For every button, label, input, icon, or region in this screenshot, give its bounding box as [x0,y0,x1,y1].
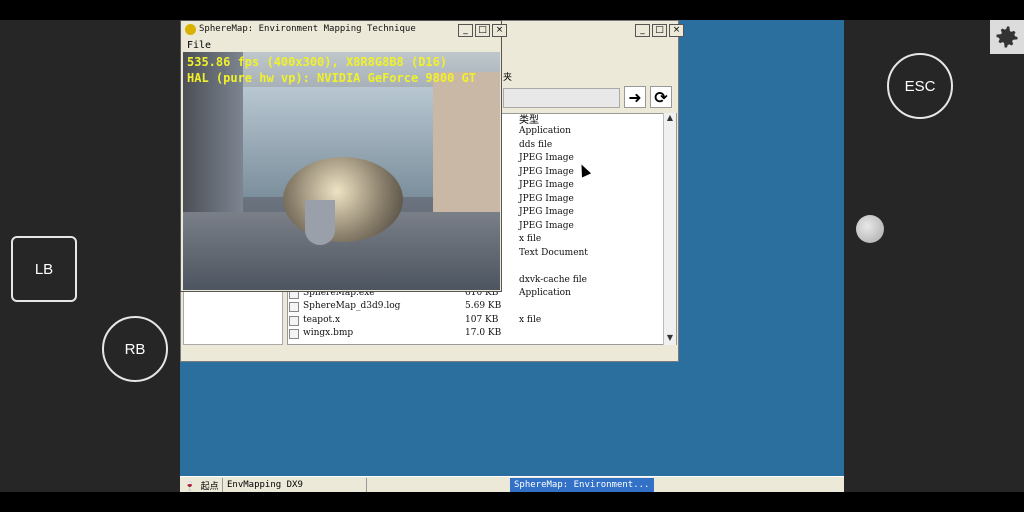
bmp-file-icon [289,329,299,339]
maximize-button[interactable]: □ [652,24,667,37]
folder-label: 夹 [503,73,513,83]
app-icon [185,24,196,35]
type-cell: dxvk-cache file [519,274,587,285]
settings-button[interactable] [990,20,1024,54]
taskbar-item-spheremap[interactable]: SphereMap: Environment... [510,478,654,492]
file-size: 5.69 KB [465,301,502,311]
address-input[interactable] [503,88,620,108]
refresh-button[interactable]: ⟳ [650,86,672,108]
scene-wall-right [433,72,500,222]
scroll-down-icon[interactable]: ▼ [664,333,676,345]
spheremap-window-controls: _ □ × [458,24,507,37]
lb-button[interactable]: LB [11,236,77,302]
hud-fps: 535.86 fps (400x300), X8R8G8B8 (D16) [187,55,448,69]
render-viewport[interactable]: 535.86 fps (400x300), X8R8G8B8 (D16) HAL… [183,52,500,290]
log-file-icon [289,302,299,312]
file-size: 107 KB [465,315,499,325]
refresh-icon: ⟳ [654,87,668,107]
start-button[interactable]: 🍷 起点 [184,479,219,492]
start-label: 起点 [200,482,219,492]
file-list-scrollbar[interactable]: ▲ ▼ [663,113,676,345]
maximize-button[interactable]: □ [475,24,490,37]
taskbar-empty-slot [366,478,510,492]
minimize-button[interactable]: _ [458,24,473,37]
type-cell: JPEG Image [519,220,574,231]
taskbar: 🍷 起点 EnvMapping DX9 SphereMap: Environme… [180,476,844,492]
hud-overlay: 535.86 fps (400x300), X8R8G8B8 (D16) HAL… [187,54,476,86]
x-file-icon [289,316,299,326]
hud-device: HAL (pure hw vp): NVIDIA GeForce 9800 GT [187,71,476,85]
type-cell: x file [519,234,542,244]
type-cell: x file [519,315,542,325]
go-button[interactable]: ➜ [624,86,646,108]
taskbar-item-envmapping[interactable]: EnvMapping DX9 [222,478,366,492]
type-cell: JPEG Image [519,180,574,190]
file-name: SphereMap_d3d9.log [303,301,401,311]
wine-glass-icon: 🍷 [184,482,196,492]
spheremap-title-bar[interactable]: SphereMap: Environment Mapping Technique [181,21,501,38]
type-cell [519,260,588,274]
type-column-header[interactable]: 类型 [519,111,539,126]
teapot-model [283,157,403,242]
file-size: 17.0 KB [465,328,502,338]
file-name: teapot.x [303,315,341,325]
type-column: Application dds file JPEG Image JPEG Ima… [519,125,588,328]
explorer-window-controls: _ □ × [635,24,684,37]
close-button[interactable]: × [669,24,684,37]
menu-file[interactable]: File [187,40,211,51]
arrow-right-icon: ➜ [628,87,642,107]
spheremap-window: SphereMap: Environment Mapping Technique… [180,20,507,292]
type-cell: Application [519,126,571,136]
scroll-up-icon[interactable]: ▲ [664,113,676,125]
gear-icon [996,26,1018,48]
type-cell: dds file [519,139,553,150]
type-cell: Text Document [519,247,588,258]
type-cell: JPEG Image [519,193,574,204]
type-cell: JPEG Image [519,153,574,163]
virtual-joystick[interactable] [856,215,884,243]
close-button[interactable]: × [492,24,507,37]
esc-button[interactable]: ESC [887,53,953,119]
teapot-handle [305,200,335,245]
window-title: SphereMap: Environment Mapping Technique [199,24,416,34]
type-cell: Application [519,288,571,298]
type-cell [519,301,588,315]
file-name: wingx.bmp [303,328,354,338]
type-cell: JPEG Image [519,207,574,217]
minimize-button[interactable]: _ [635,24,650,37]
rb-button[interactable]: RB [102,316,168,382]
